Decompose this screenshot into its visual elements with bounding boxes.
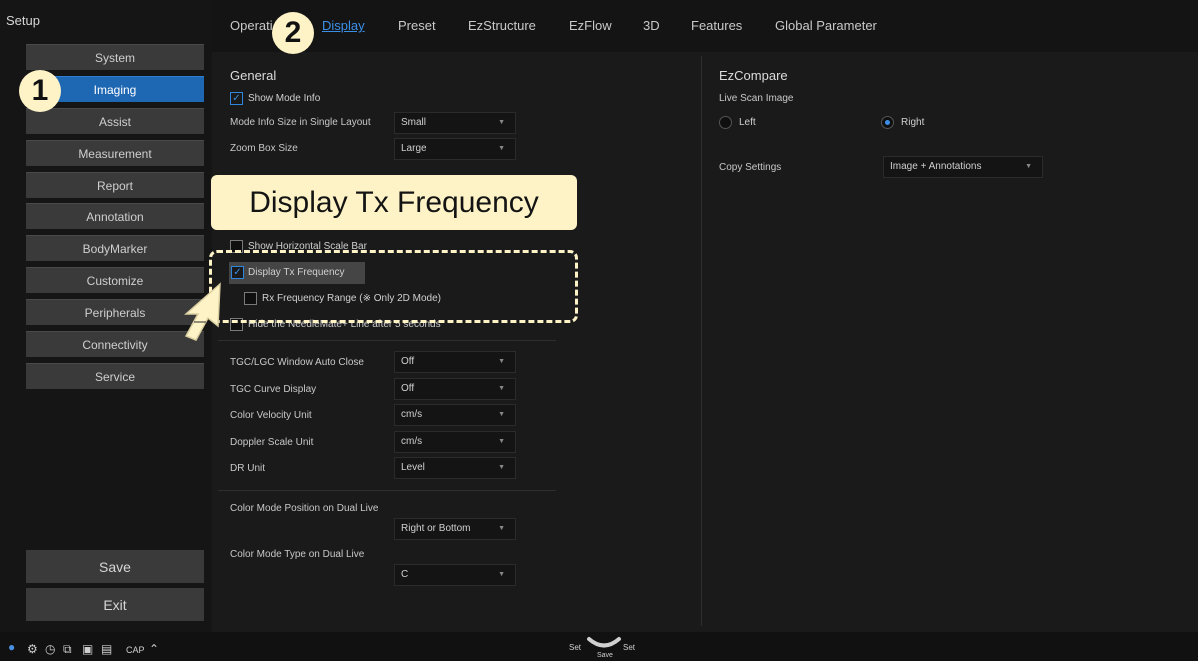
tgc-curve-label: TGC Curve Display [230, 384, 317, 395]
show-mode-info-checkbox[interactable]: ✓ [230, 92, 243, 105]
copy-settings-dropdown[interactable]: Image + Annotations ▼ [883, 156, 1043, 178]
chevron-down-icon: ▼ [498, 438, 505, 445]
tgc-lgc-dropdown[interactable]: Off ▼ [394, 351, 516, 373]
set-right-label: Set [623, 643, 636, 652]
step-1-badge: 1 [19, 70, 61, 112]
tooltip-callout: Display Tx Frequency [211, 175, 577, 230]
chevron-down-icon: ▼ [498, 145, 505, 152]
color-mode-position-value: Right or Bottom [401, 523, 471, 534]
sidebar-item-system[interactable]: System [26, 44, 204, 70]
color-mode-position-dropdown[interactable]: Right or Bottom ▼ [394, 518, 516, 540]
color-velocity-dropdown[interactable]: cm/s ▼ [394, 404, 516, 426]
tgc-curve-dropdown[interactable]: Off ▼ [394, 378, 516, 400]
save-label: Save [597, 652, 613, 659]
tab-ezstructure[interactable]: EzStructure [468, 18, 536, 33]
exit-button[interactable]: Exit [26, 588, 204, 621]
set-left-label: Set [569, 643, 582, 652]
mode-info-size-value: Small [401, 117, 427, 128]
tgc-lgc-value: Off [401, 356, 415, 367]
mode-info-size-label: Mode Info Size in Single Layout [230, 117, 371, 128]
setup-title: Setup [6, 13, 40, 28]
color-velocity-label: Color Velocity Unit [230, 410, 312, 421]
tab-display[interactable]: Display [322, 18, 365, 33]
chevron-down-icon: ▼ [1025, 163, 1032, 170]
highlight-box [209, 250, 578, 323]
zoom-box-size-value: Large [401, 143, 427, 154]
section-divider [218, 490, 556, 491]
cap-indicator: CAP [126, 645, 145, 655]
sidebar-item-assist[interactable]: Assist [26, 108, 204, 134]
right-radio[interactable] [881, 116, 894, 129]
user-icon: ● [8, 640, 16, 654]
color-mode-type-value: C [401, 569, 409, 580]
sidebar-item-service[interactable]: Service [26, 363, 204, 389]
trackball-icon [587, 637, 621, 648]
save-button[interactable]: Save [26, 550, 204, 583]
dr-unit-dropdown[interactable]: Level ▼ [394, 457, 516, 479]
show-mode-info-label: Show Mode Info [248, 93, 321, 104]
color-mode-position-label: Color Mode Position on Dual Live [230, 503, 379, 514]
left-radio[interactable] [719, 116, 732, 129]
chevron-down-icon: ▼ [498, 525, 505, 532]
section-divider [218, 340, 556, 341]
left-radio-label: Left [739, 117, 756, 128]
copy-settings-label: Copy Settings [719, 162, 782, 173]
tab-global-parameter[interactable]: Global Parameter [775, 18, 877, 33]
chevron-up-icon[interactable]: ⌃ [149, 642, 159, 656]
dr-unit-label: DR Unit [230, 463, 266, 474]
chevron-down-icon: ▼ [498, 464, 505, 471]
settings-panel [212, 52, 1198, 632]
sidebar-item-measurement[interactable]: Measurement [26, 140, 204, 166]
sidebar-item-annotation[interactable]: Annotation [26, 203, 204, 229]
doppler-scale-label: Doppler Scale Unit [230, 437, 314, 448]
color-velocity-value: cm/s [401, 409, 423, 420]
network-icon: ⧉ [63, 642, 72, 656]
chevron-down-icon: ▼ [498, 411, 505, 418]
copy-settings-value: Image + Annotations [890, 161, 982, 172]
general-heading: General [230, 68, 277, 83]
tab-ezflow[interactable]: EzFlow [569, 18, 612, 33]
tgc-curve-value: Off [401, 383, 415, 394]
sidebar-item-bodymarker[interactable]: BodyMarker [26, 235, 204, 261]
settings-icon: ⚙ [27, 642, 38, 656]
chevron-down-icon: ▼ [498, 358, 505, 365]
doppler-scale-value: cm/s [401, 436, 423, 447]
sidebar-item-report[interactable]: Report [26, 172, 204, 198]
zoom-box-size-dropdown[interactable]: Large ▼ [394, 138, 516, 160]
color-mode-type-dropdown[interactable]: C ▼ [394, 564, 516, 586]
clock-icon: ◷ [45, 642, 56, 656]
chevron-down-icon: ▼ [498, 119, 505, 126]
ezcompare-heading: EzCompare [719, 68, 788, 83]
step-2-badge: 2 [272, 12, 314, 54]
zoom-box-size-label: Zoom Box Size [230, 143, 298, 154]
mode-info-size-dropdown[interactable]: Small ▼ [394, 112, 516, 134]
doppler-scale-dropdown[interactable]: cm/s ▼ [394, 431, 516, 453]
panel-divider [701, 56, 702, 626]
chevron-down-icon: ▼ [498, 571, 505, 578]
tab-features[interactable]: Features [691, 18, 742, 33]
pointer-hand-icon [184, 282, 221, 341]
tab-3d[interactable]: 3D [643, 18, 660, 33]
printer-icon: ▤ [101, 642, 113, 656]
tab-preset[interactable]: Preset [398, 18, 436, 33]
dr-unit-value: Level [401, 462, 425, 473]
live-scan-image-label: Live Scan Image [719, 93, 794, 104]
tab-operation[interactable]: Operati [230, 18, 273, 33]
tgc-lgc-label: TGC/LGC Window Auto Close [230, 357, 364, 368]
right-radio-label: Right [901, 117, 925, 128]
color-mode-type-label: Color Mode Type on Dual Live [230, 549, 365, 560]
drive-icon: ▣ [82, 642, 94, 656]
chevron-down-icon: ▼ [498, 385, 505, 392]
